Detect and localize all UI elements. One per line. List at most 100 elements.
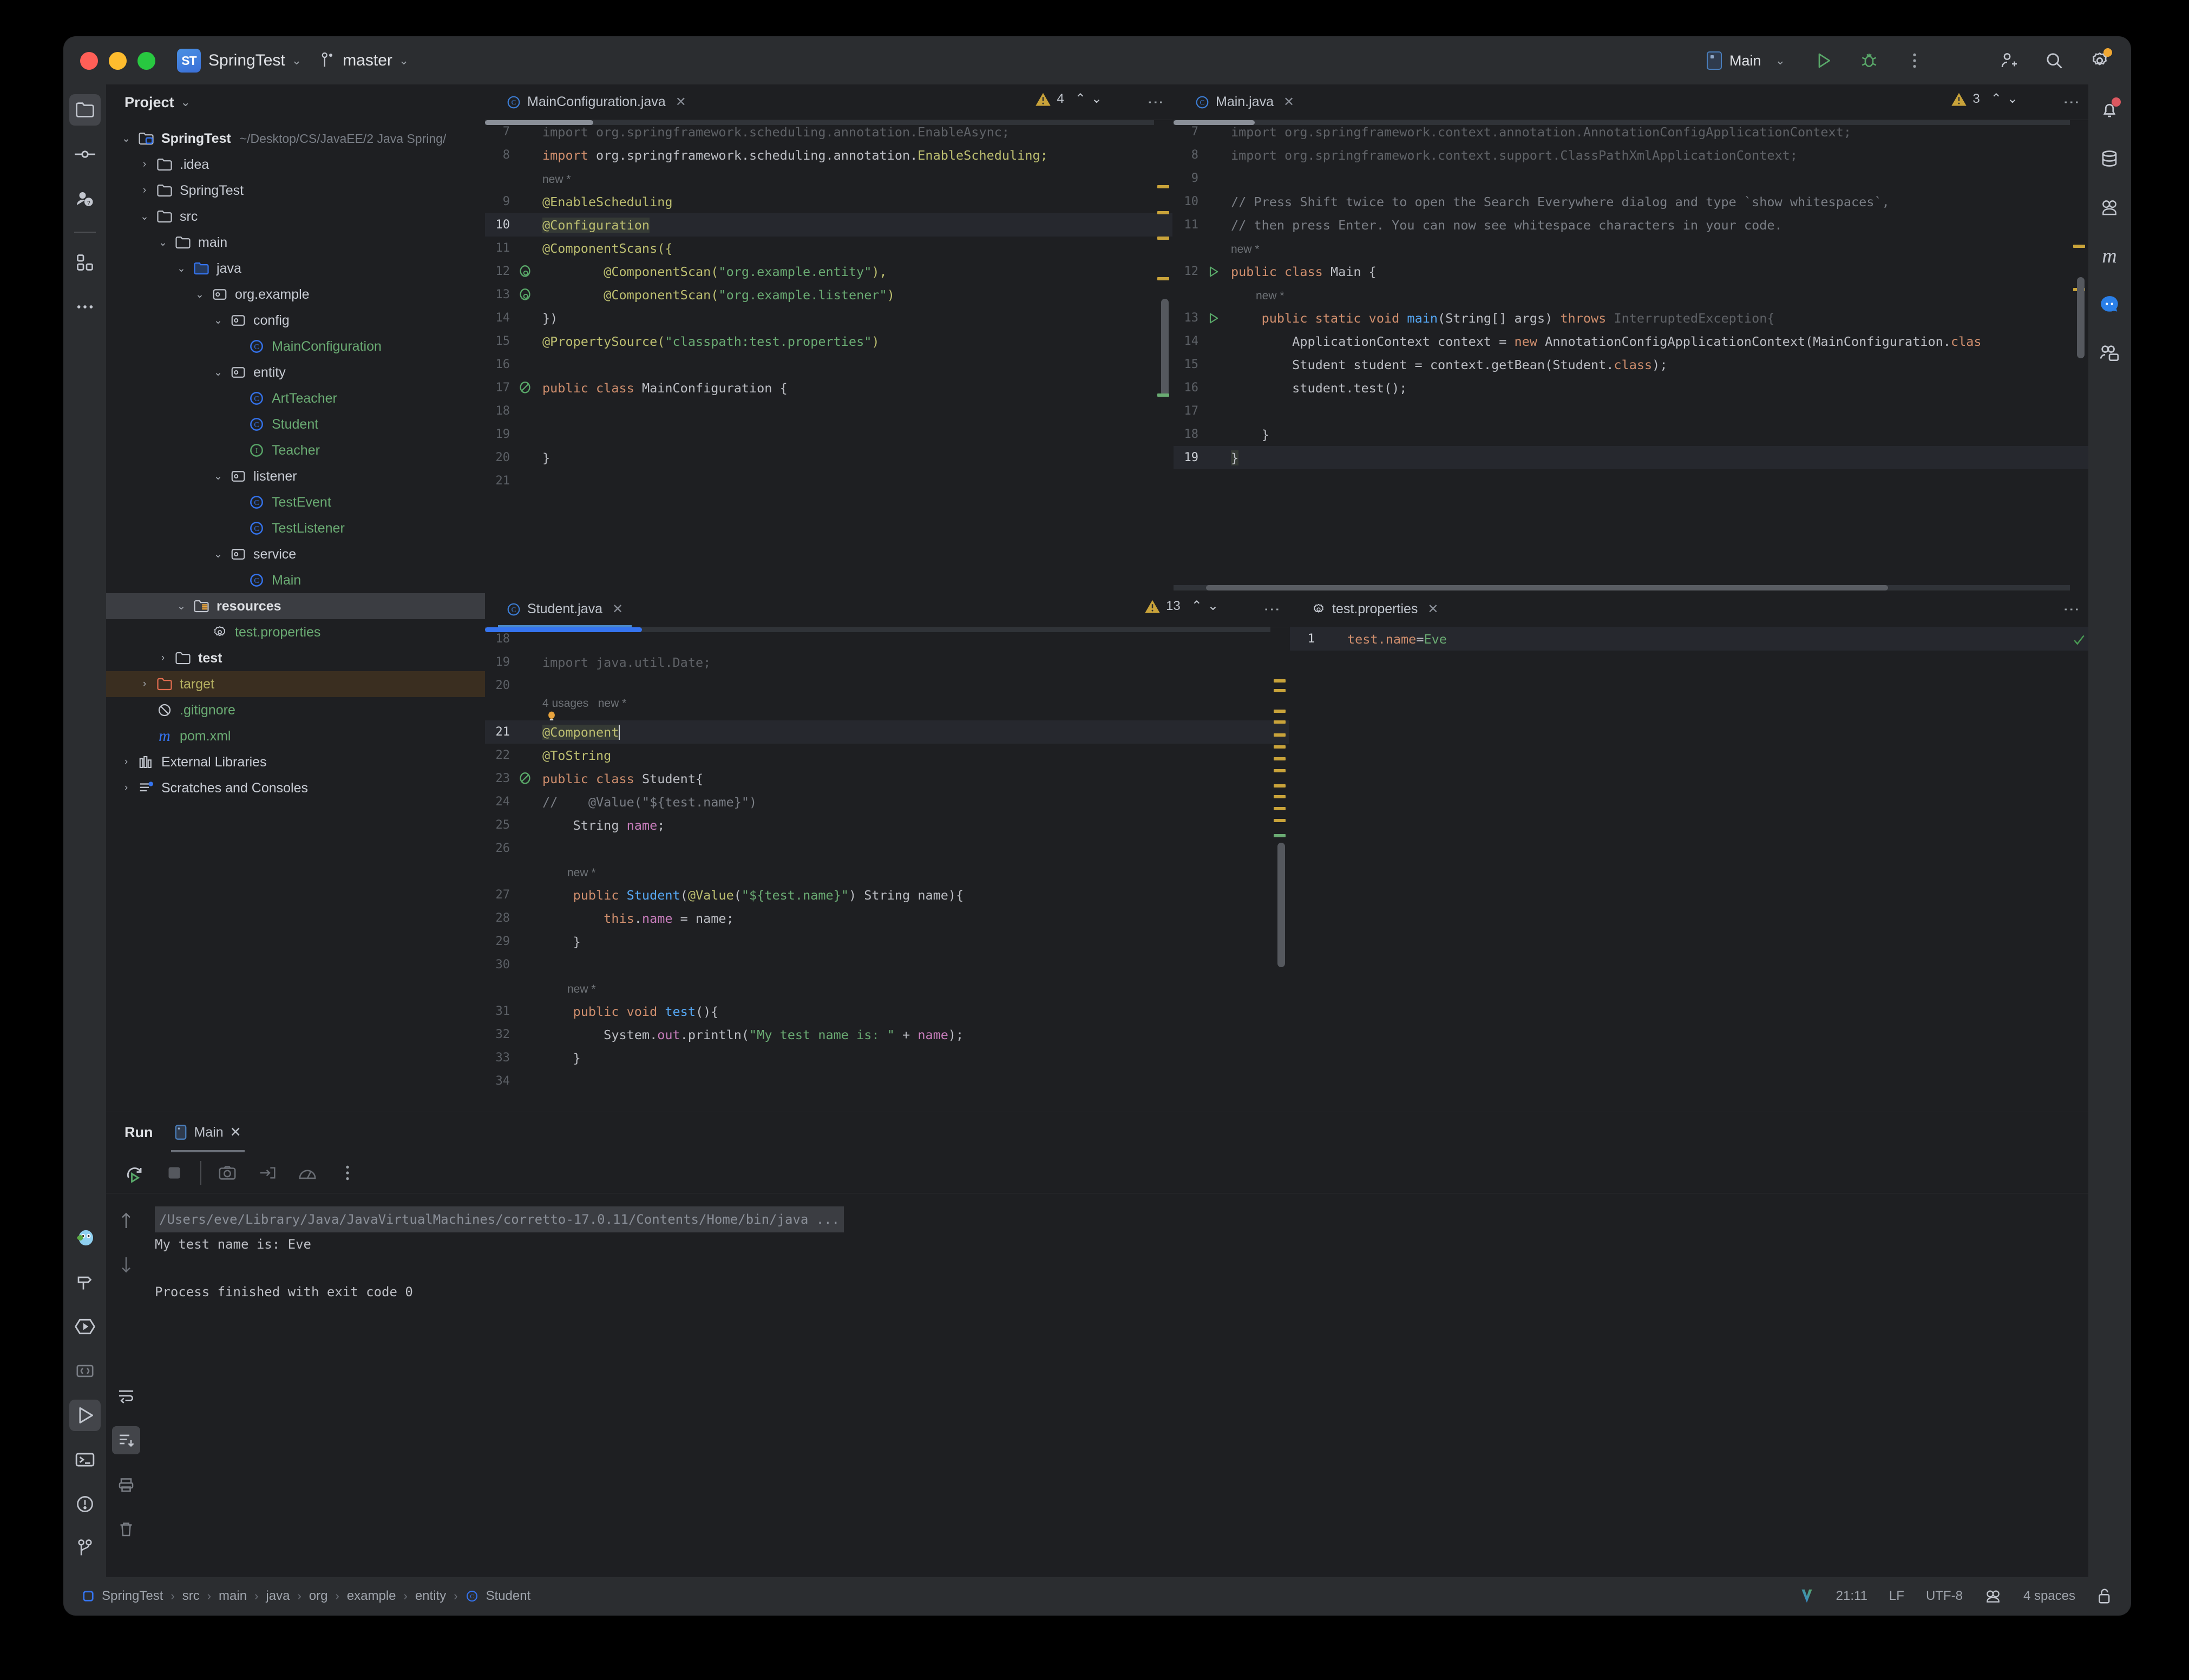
code-line[interactable]: 27 public Student(@Value("${test.name}")… bbox=[485, 883, 1289, 907]
code-line[interactable]: 4 usages new * bbox=[485, 697, 1289, 720]
tree-item-scratches-and-consoles[interactable]: ›Scratches and Consoles bbox=[106, 775, 485, 801]
stop-button[interactable] bbox=[160, 1159, 188, 1187]
code-line[interactable]: 28 this.name = name; bbox=[485, 907, 1289, 930]
close-tab-icon[interactable]: ✕ bbox=[1283, 94, 1294, 110]
chevron-down-icon[interactable]: ⌄ bbox=[174, 262, 188, 275]
code-line[interactable]: 8import org.springframework.context.supp… bbox=[1174, 143, 2088, 167]
code-line[interactable]: 7import org.springframework.scheduling.a… bbox=[485, 120, 1172, 143]
tree-item-src[interactable]: ⌄src bbox=[106, 204, 485, 229]
prev-problem-icon[interactable]: ⌃ bbox=[1991, 91, 2002, 107]
code-line[interactable]: 10// Press Shift twice to open the Searc… bbox=[1174, 190, 2088, 213]
code-line[interactable]: 15 Student student = context.getBean(Stu… bbox=[1174, 353, 2088, 376]
code-editor-mainconfiguration[interactable]: 7import org.springframework.scheduling.a… bbox=[485, 120, 1172, 590]
code-line[interactable]: new * bbox=[485, 976, 1289, 1000]
breadcrumb-item[interactable]: Student bbox=[486, 1589, 531, 1604]
code-line[interactable]: 18 } bbox=[1174, 423, 2088, 446]
maven-tool-button[interactable]: m bbox=[2094, 240, 2125, 272]
ai-assistant-tool-button[interactable]: ? bbox=[69, 183, 101, 214]
code-line[interactable]: 31 public void test(){ bbox=[485, 1000, 1289, 1023]
code-line[interactable]: 19import java.util.Date; bbox=[485, 651, 1289, 674]
console-scrollbar[interactable] bbox=[2077, 1199, 2084, 1572]
code-line[interactable]: 20} bbox=[485, 446, 1172, 469]
tree-item-student[interactable]: ›CStudent bbox=[106, 411, 485, 437]
code-line[interactable]: 8import org.springframework.scheduling.a… bbox=[485, 143, 1172, 167]
code-line[interactable]: new * bbox=[1174, 237, 2088, 260]
terminal-tool-button[interactable] bbox=[69, 1444, 101, 1475]
run-gutter-icon[interactable] bbox=[1208, 265, 1220, 278]
chevron-down-icon[interactable]: ⌄ bbox=[119, 133, 133, 145]
error-stripe-main[interactable] bbox=[2070, 120, 2088, 590]
chevron-down-icon[interactable]: ⌄ bbox=[211, 470, 225, 483]
code-line[interactable]: 12 @ComponentScan("org.example.entity"), bbox=[485, 260, 1172, 283]
tree-item--idea[interactable]: ›.idea bbox=[106, 152, 485, 178]
inspection-widget-main[interactable]: 3 ⌃ ⌄ bbox=[1951, 91, 2018, 107]
profiler-button[interactable] bbox=[293, 1159, 322, 1187]
breadcrumb-item[interactable]: example bbox=[347, 1589, 396, 1604]
code-line[interactable]: 9@EnableScheduling bbox=[485, 190, 1172, 213]
project-panel-header[interactable]: Project ⌄ bbox=[106, 84, 485, 120]
close-tab-icon[interactable]: ✕ bbox=[1427, 601, 1438, 617]
inlay-hint[interactable]: new * bbox=[1256, 290, 1284, 302]
code-line[interactable]: 15@PropertySource("classpath:test.proper… bbox=[485, 330, 1172, 353]
code-line[interactable]: new * bbox=[485, 860, 1289, 883]
build-tool-button[interactable] bbox=[69, 1266, 101, 1298]
branch-selector[interactable]: master ⌄ bbox=[320, 51, 409, 70]
services-tool-button[interactable] bbox=[69, 1311, 101, 1342]
code-line[interactable]: 7import org.springframework.context.anno… bbox=[1174, 120, 2088, 143]
tree-item-test-properties[interactable]: ›test.properties bbox=[106, 619, 485, 645]
project-selector[interactable]: ST SpringTest ⌄ bbox=[177, 49, 302, 73]
vcs-widget-icon[interactable] bbox=[1799, 1588, 1814, 1604]
inlay-hint[interactable]: new * bbox=[542, 173, 571, 186]
close-window-button[interactable] bbox=[80, 52, 98, 70]
minimize-window-button[interactable] bbox=[109, 52, 127, 70]
code-line[interactable]: 18 bbox=[485, 627, 1289, 651]
editor-options-icon[interactable]: ⋮ bbox=[2068, 601, 2074, 618]
commit-tool-button[interactable] bbox=[69, 139, 101, 170]
chevron-right-icon[interactable]: › bbox=[119, 782, 133, 794]
breadcrumb-item[interactable]: java bbox=[266, 1589, 290, 1604]
code-with-me-tool-button[interactable] bbox=[2094, 338, 2125, 369]
tree-item-artteacher[interactable]: ›CArtTeacher bbox=[106, 385, 485, 411]
version-control-tool-button[interactable] bbox=[69, 1533, 101, 1564]
chevron-down-icon[interactable]: ⌄ bbox=[174, 600, 188, 613]
next-problem-icon[interactable]: ⌄ bbox=[1208, 598, 1218, 614]
next-problem-icon[interactable]: ⌄ bbox=[1091, 91, 1102, 107]
settings-button[interactable] bbox=[2085, 46, 2114, 75]
bean-class-gutter-icon[interactable] bbox=[519, 772, 532, 785]
spring-tool-button[interactable] bbox=[69, 1222, 101, 1254]
run-gutter-icon[interactable] bbox=[1208, 312, 1220, 325]
tree-item-service[interactable]: ⌄service bbox=[106, 541, 485, 567]
indent-widget[interactable]: 4 spaces bbox=[2023, 1589, 2075, 1604]
inspection-widget-student[interactable]: 13 ⌃ ⌄ bbox=[1144, 598, 1218, 614]
tree-item-java[interactable]: ⌄java bbox=[106, 255, 485, 281]
add-user-button[interactable] bbox=[1994, 46, 2023, 75]
line-separator[interactable]: LF bbox=[1889, 1589, 1904, 1604]
tree-item-config[interactable]: ⌄config bbox=[106, 307, 485, 333]
tree-item-org-example[interactable]: ⌄org.example bbox=[106, 281, 485, 307]
tab-main[interactable]: C Main.java ✕ bbox=[1187, 84, 1303, 120]
tree-item-main[interactable]: ⌄main bbox=[106, 229, 485, 255]
problems-tool-button[interactable] bbox=[69, 1488, 101, 1520]
code-line[interactable]: 12public class Main { bbox=[1174, 260, 2088, 283]
chevron-right-icon[interactable]: › bbox=[137, 678, 152, 690]
tree-item-external-libraries[interactable]: ›External Libraries bbox=[106, 749, 485, 775]
prev-problem-icon[interactable]: ⌃ bbox=[1191, 598, 1202, 614]
code-line[interactable]: 14 ApplicationContext context = new Anno… bbox=[1174, 330, 2088, 353]
tree-item-springtest[interactable]: ⌄SpringTest~/Desktop/CS/JavaEE/2 Java Sp… bbox=[106, 126, 485, 152]
maximize-window-button[interactable] bbox=[137, 52, 155, 70]
tab-testproperties[interactable]: test.properties ✕ bbox=[1303, 592, 1447, 627]
structure-tool-button[interactable] bbox=[69, 1355, 101, 1387]
debug-button[interactable] bbox=[1854, 46, 1884, 75]
code-line[interactable]: 17public class MainConfiguration { bbox=[485, 376, 1172, 399]
export-button[interactable] bbox=[253, 1159, 281, 1187]
error-stripe-testproperties[interactable] bbox=[2070, 627, 2088, 1112]
code-line[interactable]: 29 } bbox=[485, 930, 1289, 953]
tree-item-springtest[interactable]: ›SpringTest bbox=[106, 178, 485, 204]
search-button[interactable] bbox=[2040, 46, 2069, 75]
tree-item--gitignore[interactable]: ›.gitignore bbox=[106, 697, 485, 723]
chevron-right-icon[interactable]: › bbox=[119, 756, 133, 768]
run-configuration-selector[interactable]: Main ⌄ bbox=[1699, 48, 1793, 73]
code-line[interactable]: 1test.name=Eve bbox=[1290, 627, 2088, 651]
code-line[interactable]: 20 bbox=[485, 674, 1289, 697]
code-line[interactable]: 21@Component bbox=[485, 720, 1289, 744]
